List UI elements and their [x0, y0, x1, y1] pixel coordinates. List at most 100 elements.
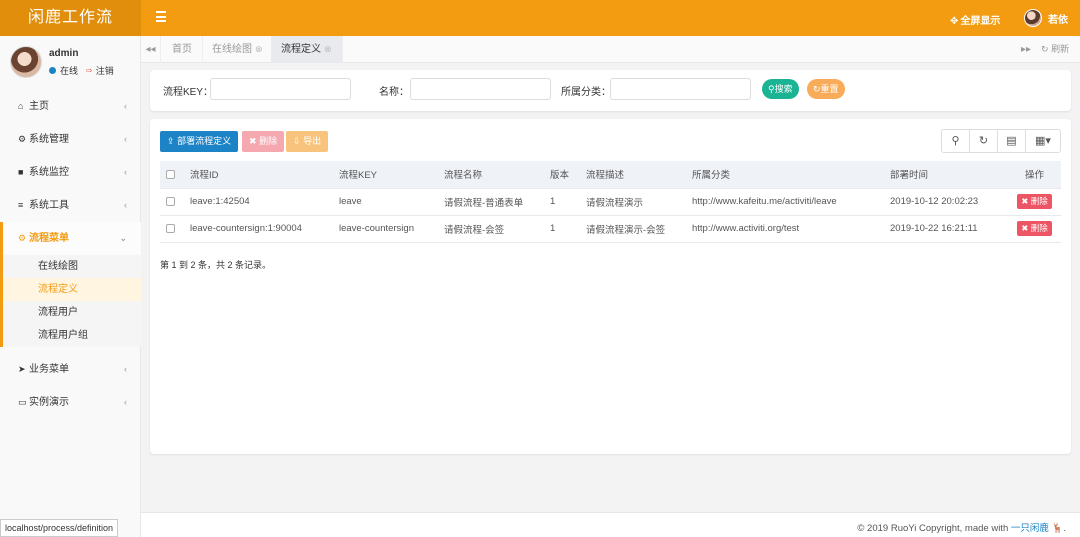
delete-label: 删除 — [259, 136, 278, 146]
columns-icon[interactable]: ▦▾ — [1026, 130, 1060, 152]
app-brand[interactable]: 闲鹿工作流 — [0, 0, 141, 36]
col-process-key[interactable]: 流程KEY — [333, 161, 438, 189]
avatar — [10, 46, 42, 78]
delete-button[interactable]: ✖ 删除 — [242, 131, 285, 152]
refresh-icon: ↻ — [813, 84, 821, 94]
tab-label: 在线绘图 — [212, 44, 252, 55]
cell-deploy-time: 2019-10-12 20:02:23 — [884, 188, 1008, 216]
sidebar-item-demo[interactable]: ▭ 实例演示 ‹ — [0, 386, 141, 419]
sidebar-item-label: 系统监控 — [29, 167, 69, 178]
col-process-name[interactable]: 流程名称 — [438, 161, 544, 189]
main-panel: ⇪ 部署流程定义 ✖ 删除 ⇩ 导出 ⚲ ↻ ▤ ▦▾ 流程ID 流程KEY 流… — [150, 119, 1071, 454]
category-input[interactable] — [610, 78, 751, 100]
col-category[interactable]: 所属分类 — [686, 161, 884, 189]
row-delete-button[interactable]: ✖ 删除 — [1017, 221, 1052, 236]
deer-icon: 🦌. — [1048, 523, 1066, 534]
col-process-id[interactable]: 流程ID — [184, 161, 333, 189]
col-version[interactable]: 版本 — [544, 161, 580, 189]
sidebar-subitem-online-draw[interactable]: 在线绘图 — [3, 255, 141, 278]
sidebar-item-label: 业务菜单 — [29, 364, 69, 375]
home-icon: ⌂ — [18, 101, 24, 111]
sidebar-item-label: 实例演示 — [29, 397, 69, 408]
table-row: leave-countersign:1:90004 leave-counters… — [160, 215, 1061, 243]
reset-button-label: 重置 — [820, 84, 839, 94]
refresh-icon[interactable]: ↻ — [970, 130, 998, 152]
avatar — [1024, 9, 1042, 27]
row-delete-button[interactable]: ✖ 删除 — [1017, 194, 1052, 209]
search-button[interactable]: ⚲搜索 — [762, 79, 799, 99]
row-select-cell — [160, 188, 184, 216]
row-checkbox[interactable] — [166, 196, 175, 206]
online-dot-icon — [49, 67, 56, 74]
user-menu[interactable]: 若依 — [1024, 9, 1068, 27]
sign-out-icon: ⇨ — [86, 66, 93, 75]
sidebar-item-tools[interactable]: ≡ 系统工具 ‹ — [0, 189, 141, 222]
copyright-text: © 2019 RuoYi Copyright, made with — [857, 523, 1009, 534]
export-label: 导出 — [303, 136, 322, 146]
process-table: 流程ID 流程KEY 流程名称 版本 流程描述 所属分类 部署时间 操作 lea… — [160, 161, 1061, 243]
process-key-input[interactable] — [210, 78, 351, 100]
tabs-bar: ◂◂ 首页 在线绘图 ⊗ 流程定义 ⊗ ▸▸ ↻ 刷新 — [141, 36, 1080, 63]
cell-description: 请假流程演示-会签 — [580, 215, 686, 243]
sidebar-subitem-definition[interactable]: 流程定义 — [3, 278, 141, 301]
logout-label: 注销 — [95, 66, 114, 76]
bars-icon: ≡ — [18, 200, 24, 210]
cell-actions: ✖ 删除 — [1008, 215, 1061, 243]
tab-scroll-left-icon[interactable]: ◂◂ — [141, 36, 161, 63]
toggle-view-icon[interactable]: ▤ — [998, 130, 1026, 152]
sidebar-item-home[interactable]: ⌂ 主页 ‹ — [0, 90, 141, 123]
search-panel: 流程KEY： 名称： 所属分类： ⚲搜索 ↻重置 — [150, 70, 1071, 111]
close-icon: ✖ — [1021, 223, 1029, 233]
menu-toggle-icon[interactable] — [156, 11, 170, 25]
sidebar-item-business[interactable]: ➤ 业务菜单 ‹ — [0, 353, 141, 386]
name-input[interactable] — [410, 78, 551, 100]
col-deploy-time[interactable]: 部署时间 — [884, 161, 1008, 189]
close-icon[interactable]: ⊗ — [255, 44, 263, 54]
expand-icon: ✥ — [950, 16, 959, 27]
tab-online-draw[interactable]: 在线绘图 ⊗ — [202, 36, 274, 63]
refresh-tab-button[interactable]: ↻ 刷新 — [1041, 36, 1069, 63]
sidebar-item-label: 系统工具 — [29, 200, 69, 211]
select-all-checkbox[interactable] — [166, 169, 175, 179]
sidebar-subitem-users[interactable]: 流程用户 — [3, 301, 141, 324]
cell-deploy-time: 2019-10-22 16:21:11 — [884, 215, 1008, 243]
search-toggle-icon[interactable]: ⚲ — [942, 130, 970, 152]
cell-version: 1 — [544, 188, 580, 216]
author-link[interactable]: 一只闲鹿 — [1011, 523, 1049, 534]
chevron-left-icon: ‹ — [124, 167, 127, 177]
sidebar: admin 在线 ⇨ 注销 ⌂ 主页 ‹ ⚙ 系统管理 ‹ ■ 系统监控 ‹ ≡ 系统工具… — [0, 36, 141, 537]
logout-link[interactable]: ⇨ 注销 — [86, 64, 114, 77]
export-button[interactable]: ⇩ 导出 — [286, 131, 329, 152]
sidebar-item-process[interactable]: ⚙ 流程菜单 ⌄ — [0, 222, 141, 255]
process-key-label: 流程KEY： — [163, 87, 214, 98]
tab-scroll-right-icon[interactable]: ▸▸ — [1019, 36, 1033, 63]
send-icon: ➤ — [18, 364, 26, 374]
col-actions: 操作 — [1008, 161, 1061, 189]
cell-process-id: leave-countersign:1:90004 — [184, 215, 333, 243]
reset-button[interactable]: ↻重置 — [807, 79, 845, 99]
sidebar-item-monitor[interactable]: ■ 系统监控 ‹ — [0, 156, 141, 189]
fullscreen-button[interactable]: ✥ 全屏显示 — [950, 12, 1000, 27]
tab-definition[interactable]: 流程定义 ⊗ — [271, 36, 343, 63]
col-description[interactable]: 流程描述 — [580, 161, 686, 189]
online-label: 在线 — [60, 66, 79, 76]
table-header-row: 流程ID 流程KEY 流程名称 版本 流程描述 所属分类 部署时间 操作 — [160, 161, 1061, 189]
pagination-summary: 第 1 到 2 条，共 2 条记录。 — [160, 260, 272, 270]
row-checkbox[interactable] — [166, 223, 175, 233]
chevron-down-icon: ⌄ — [119, 233, 127, 243]
video-icon: ■ — [18, 167, 24, 177]
close-icon: ✖ — [249, 136, 257, 146]
cell-process-name: 请假流程-会签 — [438, 215, 544, 243]
sidebar-item-system[interactable]: ⚙ 系统管理 ‹ — [0, 123, 141, 156]
close-icon[interactable]: ⊗ — [324, 44, 332, 54]
upload-icon: ⇪ — [167, 136, 175, 146]
sidebar-item-label: 主页 — [29, 101, 49, 112]
deploy-button[interactable]: ⇪ 部署流程定义 — [160, 131, 239, 152]
sidebar-subitem-groups[interactable]: 流程用户组 — [3, 324, 141, 347]
refresh-icon: ↻ — [1041, 44, 1049, 54]
gears-icon: ⚙ — [18, 233, 27, 243]
search-button-label: 搜索 — [774, 84, 793, 94]
cell-actions: ✖ 删除 — [1008, 188, 1061, 216]
tab-home[interactable]: 首页 — [162, 36, 203, 63]
process-submenu: 在线绘图 流程定义 流程用户 流程用户组 — [0, 255, 141, 347]
